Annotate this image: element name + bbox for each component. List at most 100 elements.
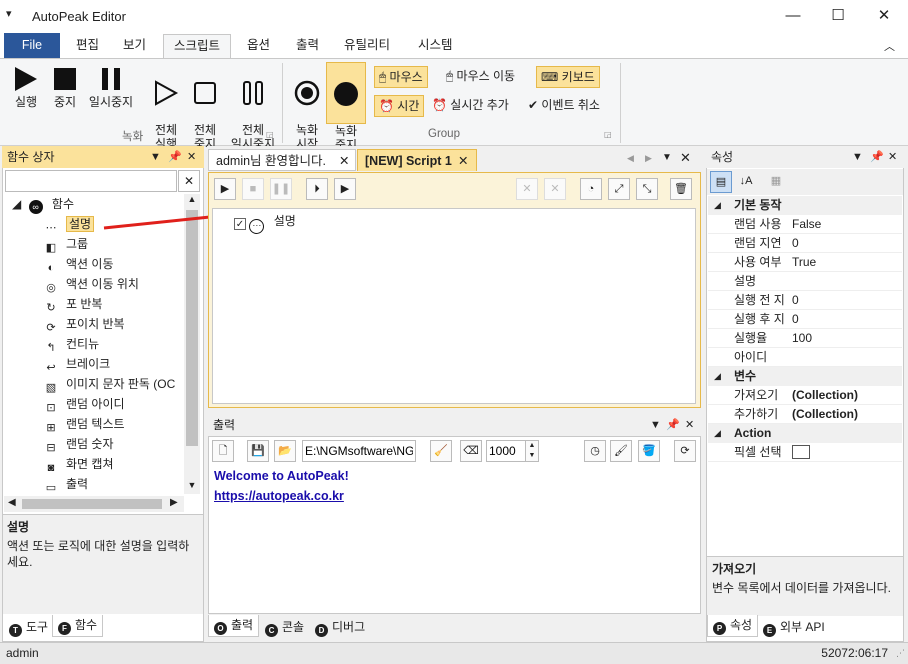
tab-options[interactable]: 옵션 [237,34,280,58]
stop-all-button[interactable]: 전체 중지 [186,65,224,151]
output-clean-button[interactable]: 🧹 [430,440,452,462]
time-toggle[interactable]: ⏰ 시간 [374,95,425,117]
close-icon[interactable]: ✕ [888,146,897,168]
property-category[interactable]: ◢ 기본 동작 [708,196,902,215]
dropdown-icon[interactable]: ▼ [150,146,161,168]
function-tree-item[interactable]: ◧ 그룹 [44,234,88,254]
tab-welcome[interactable]: admin님 환영합니다. ✕ [208,149,356,171]
script-remove-button[interactable]: ✕ [544,178,566,200]
function-tree-item[interactable]: ⟳ 포이치 반복 [44,314,124,334]
script-run-button[interactable]: ▶ [214,178,236,200]
property-value[interactable]: 100 [792,329,812,348]
mouse-move-toggle[interactable]: 🖱 마우스 이동 [442,66,519,88]
close-document-icon[interactable]: ✕ [680,150,691,166]
property-value[interactable]: (Collection) [792,405,858,424]
close-button[interactable]: ✕ [861,0,907,32]
categorized-view-icon[interactable]: ▤ [710,171,732,193]
output-path-field[interactable] [302,440,416,462]
function-tree-item[interactable]: ▭ 출력 [44,474,88,494]
collapse-arrow-icon[interactable]: ◢ [714,367,721,386]
close-tab-icon[interactable]: ✕ [458,150,468,172]
function-tree-item[interactable]: ▧ 이미지 문자 판독 (OC [44,374,175,394]
property-row[interactable]: 가져오기 (Collection) [708,386,902,405]
output-save-button[interactable]: 💾 [247,440,269,462]
dropdown-icon[interactable]: ▼ [650,414,661,436]
property-value[interactable]: False [792,215,821,234]
property-value[interactable]: (Collection) [792,386,858,405]
property-row[interactable]: 실행율 100 [708,329,902,348]
script-line[interactable]: ✓ ··· 설명 [234,212,296,234]
property-row[interactable]: 사용 여부 True [708,253,902,272]
tab-script[interactable]: 스크립트 [163,34,232,58]
collapse-arrow-icon[interactable]: ◢ [12,197,21,211]
tab-scroll-left-icon[interactable]: ◀ [627,153,634,164]
tab-external-api[interactable]: E 외부 API [758,617,830,639]
collapse-arrow-icon[interactable]: ◢ [714,196,721,215]
mouse-toggle[interactable]: 🖱 마우스 [374,66,428,88]
scroll-up-icon[interactable]: ▲ [184,194,200,208]
script-canvas[interactable] [212,208,696,404]
property-value[interactable]: True [792,253,816,272]
script-run-from-button[interactable]: ▶ [334,178,356,200]
property-row[interactable]: 아이디 [708,348,902,367]
script-delete-button[interactable]: ✕ [516,178,538,200]
property-value[interactable]: 0 [792,234,799,253]
quick-access-dropdown[interactable]: ▾ [6,7,12,20]
alphabetical-view-icon[interactable]: ↓A [735,171,757,193]
output-line-limit-field[interactable] [486,440,526,462]
stepper-down-icon[interactable]: ▼ [526,451,538,461]
script-clear-button[interactable]: 🗑 [670,178,692,200]
function-tree-item[interactable]: ⊡ 랜덤 아이디 [44,394,124,414]
resize-grip-icon[interactable]: ⋰ [896,643,905,663]
property-category[interactable]: ◢ Action [708,424,902,443]
property-value[interactable]: 0 [792,291,799,310]
tab-tools[interactable]: T 도구 [4,617,53,639]
property-row[interactable]: 랜덤 지연 0 [708,234,902,253]
record-stop-button[interactable]: 녹화 중지 [326,62,366,152]
scroll-thumb[interactable] [186,210,198,446]
tab-scroll-right-icon[interactable]: ▶ [645,153,652,164]
script-collapse-button[interactable]: ⤡ [636,178,658,200]
tab-output[interactable]: 출력 [286,34,329,58]
function-tree-item[interactable]: ↻ 포 반복 [44,294,102,314]
output-line-link[interactable]: https://autopeak.co.kr [214,486,349,506]
tab-functions[interactable]: F 함수 [52,615,104,637]
tab-edit[interactable]: 편집 [66,34,109,58]
property-row[interactable]: 실행 전 지 0 [708,291,902,310]
close-icon[interactable]: ✕ [187,146,196,168]
tab-script-1[interactable]: [NEW] Script 1 ✕ [357,149,477,171]
function-tree-item[interactable]: ◙ 화면 캡쳐 [44,454,114,474]
tab-output-log[interactable]: O 출력 [208,615,260,637]
run-button[interactable]: 실행 [6,65,46,109]
scroll-left-icon[interactable]: ◀ [8,497,16,508]
script-line-checkbox[interactable]: ✓ [234,218,246,230]
stop-button[interactable]: 중지 [46,65,84,109]
tab-view[interactable]: 보기 [113,34,156,58]
tab-properties[interactable]: P 속성 [707,615,759,637]
keyboard-toggle[interactable]: ⌨ 키보드 [536,66,600,88]
function-tree-item[interactable]: ◎ 액션 이동 위치 [44,274,139,294]
output-open-folder-button[interactable]: 📂 [274,440,296,462]
output-erase-button[interactable]: ⌫ [460,440,482,462]
pin-icon[interactable]: 📌 [870,146,884,168]
property-row[interactable]: 추가하기 (Collection) [708,405,902,424]
pin-icon[interactable]: 📌 [168,146,182,168]
record-start-button[interactable]: 녹화 시작 [290,65,324,151]
color-swatch[interactable] [792,445,810,459]
close-icon[interactable]: ✕ [685,414,694,436]
ribbon-collapse-icon[interactable]: ︿ [884,38,895,54]
function-tree-item[interactable]: ↰ 컨티뉴 [44,334,99,354]
function-tree-item[interactable]: ⋯ 설명 [44,214,95,234]
tab-debug[interactable]: D 디버그 [310,617,370,639]
output-brush-button[interactable]: 🖌 [610,440,632,462]
tab-console[interactable]: C 콘솔 [260,617,309,639]
function-tree-item[interactable]: ↩ 브레이크 [44,354,110,374]
close-tab-icon[interactable]: ✕ [339,150,349,172]
dropdown-icon[interactable]: ▼ [852,146,863,168]
maximize-button[interactable]: ☐ [815,0,861,32]
function-tree-item[interactable]: ◐ 액션 이동 [44,254,114,274]
minimize-button[interactable]: — [770,0,816,32]
tree-scrollbar[interactable]: ▲ ▼ [184,194,200,494]
script-pause-button[interactable]: ❚❚ [270,178,292,200]
hscroll-thumb[interactable] [22,499,162,509]
